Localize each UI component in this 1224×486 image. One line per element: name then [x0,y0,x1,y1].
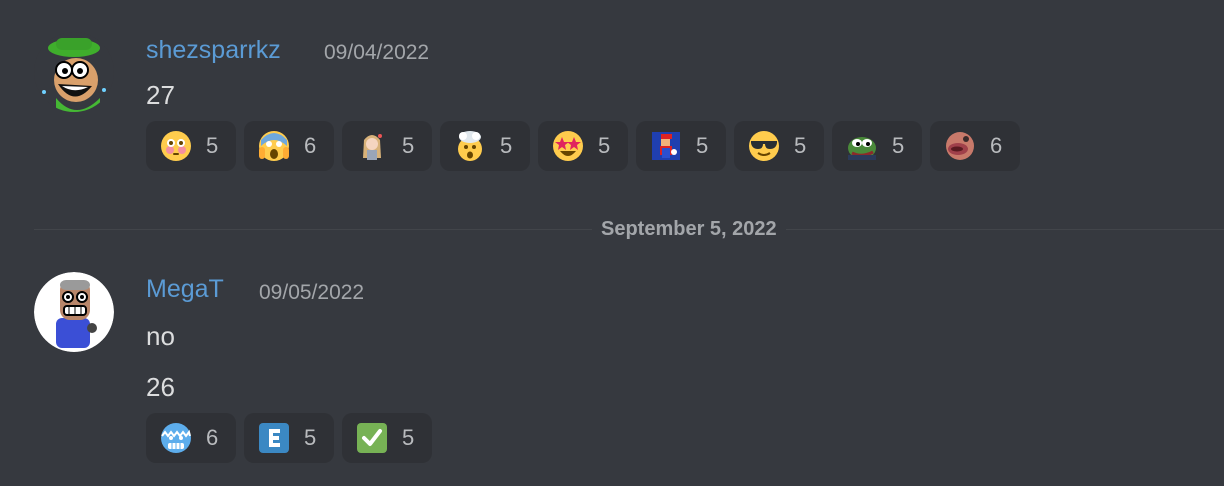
reaction-count: 6 [304,133,317,158]
reaction-lips-custom[interactable]: 6 [930,121,1020,171]
flushed-face-icon [159,129,193,163]
reaction-screaming-face[interactable]: 6 [244,121,334,171]
reaction-count: 5 [402,425,415,450]
anime-girl-icon [355,129,389,163]
reaction-anime-girl-custom[interactable]: 5 [342,121,432,171]
reaction-star-struck[interactable]: 5 [538,121,628,171]
cold-face-icon [159,421,193,455]
check-mark-button-icon [355,421,389,455]
reaction-cold-face[interactable]: 6 [146,413,236,463]
reaction-count: 5 [794,133,807,158]
lips-icon [943,129,977,163]
avatar[interactable] [34,272,114,352]
message-text: no [146,321,175,351]
reaction-exploding-head[interactable]: 5 [440,121,530,171]
mario-icon [649,129,683,163]
date-divider-label: September 5, 2022 [592,218,786,241]
reaction-flushed-face[interactable]: 5 [146,121,236,171]
reaction-count: 5 [598,133,611,158]
reaction-check-mark-button[interactable]: 5 [342,413,432,463]
message-text: 27 [146,80,175,110]
reaction-count: 5 [402,133,415,158]
previous-content-fragment [0,0,1224,6]
timestamp[interactable]: 09/05/2022 [259,281,364,305]
star-struck-icon [551,129,585,163]
reaction-count: 6 [990,133,1003,158]
sunglasses-face-icon [747,129,781,163]
username[interactable]: shezsparrkz [146,36,281,65]
reaction-count: 5 [206,133,219,158]
exploding-head-icon [453,129,487,163]
avatar-image [34,32,114,112]
reaction-count: 5 [500,133,513,158]
regional-indicator-e-icon [257,421,291,455]
reaction-pepe-custom[interactable]: 5 [832,121,922,171]
reaction-bar: 5 6 5 5 5 5 5 5 6 [146,121,1020,171]
pepe-icon [845,129,879,163]
reaction-count: 5 [892,133,905,158]
avatar[interactable] [34,32,114,112]
reaction-sunglasses-face[interactable]: 5 [734,121,824,171]
screaming-face-icon [257,129,291,163]
username[interactable]: MegaT [146,275,224,304]
avatar-image [34,272,114,352]
reaction-count: 5 [696,133,709,158]
reaction-regional-indicator-e[interactable]: 5 [244,413,334,463]
reaction-bar: 6 5 5 [146,413,432,463]
reaction-mario-custom[interactable]: 5 [636,121,726,171]
timestamp[interactable]: 09/04/2022 [324,41,429,65]
message-text: 26 [146,372,175,402]
reaction-count: 6 [206,425,219,450]
reaction-count: 5 [304,425,317,450]
